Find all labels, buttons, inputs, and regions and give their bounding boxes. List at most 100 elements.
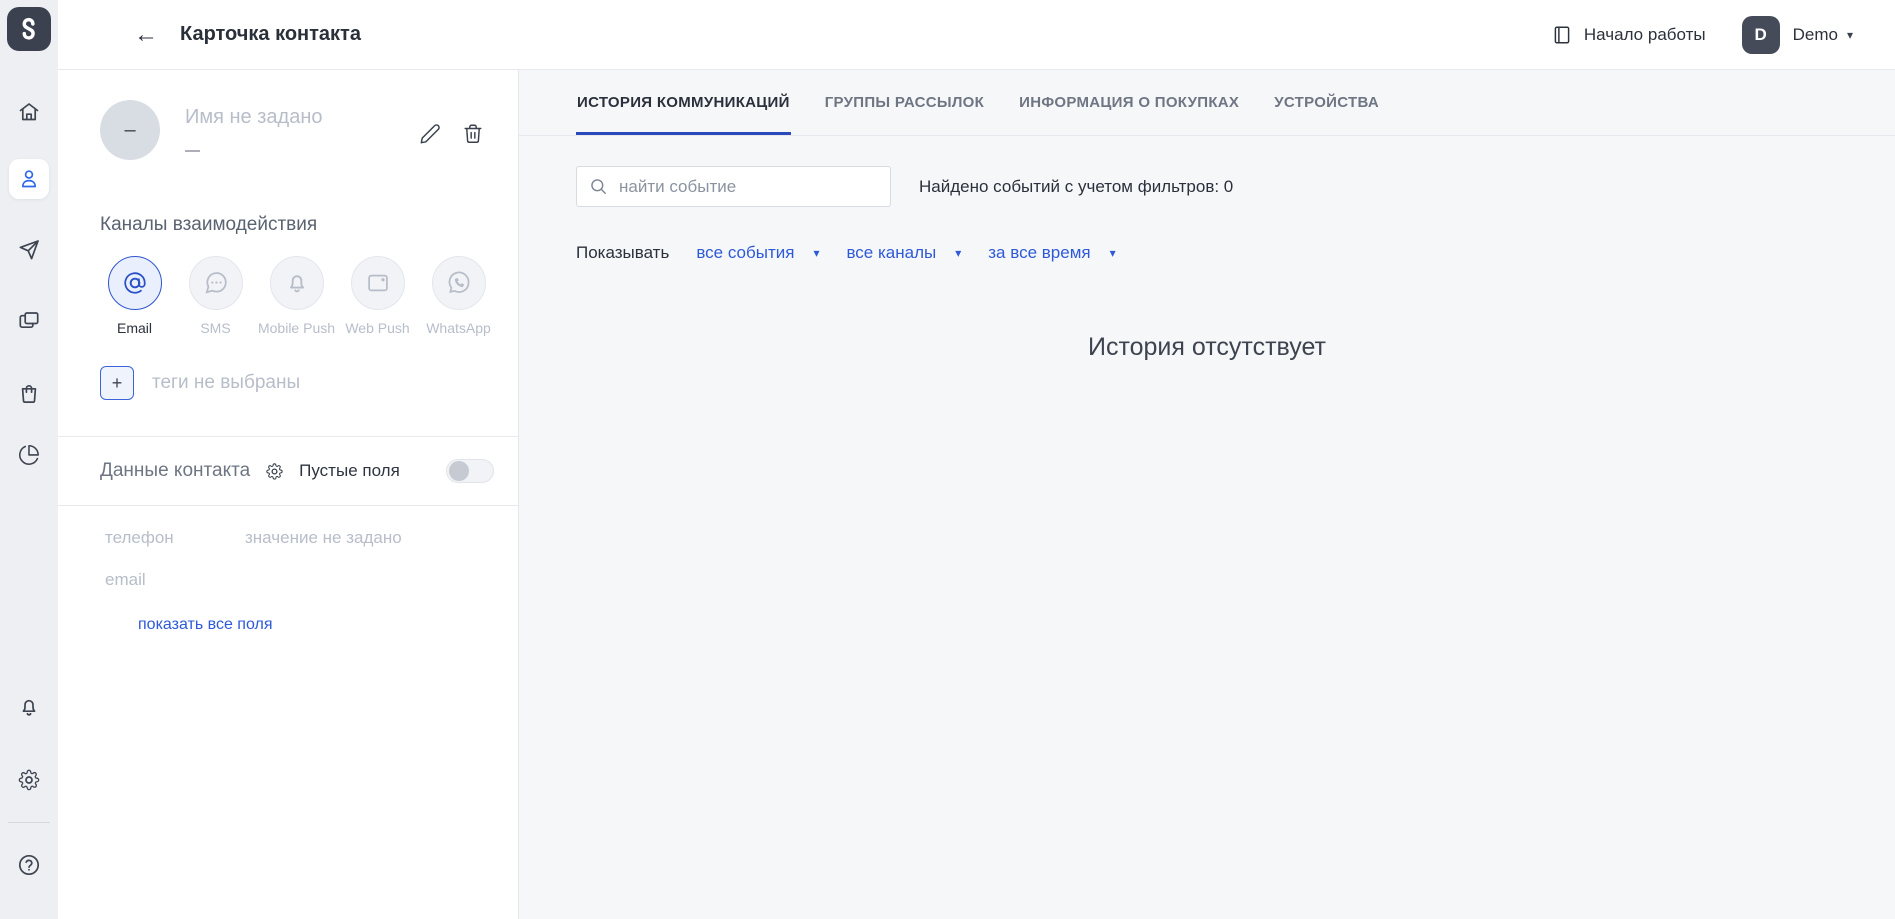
filters-label: Показывать — [576, 243, 670, 262]
field-name: телефон — [105, 528, 174, 547]
tags-row: + теги не выбраны — [100, 366, 518, 400]
pie-chart-icon — [17, 443, 41, 467]
main-content: ИСТОРИЯ КОММУНИКАЦИЙ ГРУППЫ РАССЫЛОК ИНФ… — [519, 70, 1895, 919]
sidebar-item-products[interactable] — [9, 373, 49, 413]
app-sidebar — [0, 0, 58, 919]
tab-mailing-groups[interactable]: ГРУППЫ РАССЫЛОК — [824, 70, 985, 135]
tab-communication-history[interactable]: ИСТОРИЯ КОММУНИКАЦИЙ — [576, 70, 791, 135]
bell-icon — [17, 695, 41, 719]
field-row[interactable]: email — [105, 570, 494, 590]
channel-label: Mobile Push — [257, 320, 336, 336]
gear-icon — [17, 768, 41, 792]
filter-value: все каналы — [846, 243, 937, 262]
filter-period[interactable]: за все время ▾ — [988, 243, 1115, 263]
filter-channel[interactable]: все каналы ▾ — [846, 243, 961, 263]
user-menu[interactable]: D Demo ▾ — [1741, 15, 1853, 54]
sidebar-item-home[interactable] — [9, 92, 49, 132]
empty-fields-label: Пустые поля — [299, 461, 400, 480]
search-icon — [589, 177, 608, 196]
channel-sms[interactable]: SMS — [175, 256, 256, 336]
sidebar-item-settings[interactable] — [9, 760, 49, 800]
at-sign-icon — [122, 270, 148, 296]
sidebar-item-scenarios[interactable] — [9, 301, 49, 341]
book-icon — [1551, 24, 1573, 46]
caret-down-icon: ▾ — [955, 246, 962, 260]
contact-panel: – Имя не задано — Каналы взаимодействия … — [58, 70, 519, 919]
channel-web-push[interactable]: Web Push — [337, 256, 418, 336]
tab-bar: ИСТОРИЯ КОММУНИКАЦИЙ ГРУППЫ РАССЫЛОК ИНФ… — [519, 70, 1895, 136]
channel-label: SMS — [200, 320, 231, 336]
sidebar-item-analytics[interactable] — [9, 435, 49, 475]
getting-started-label: Начало работы — [1583, 24, 1706, 44]
pencil-icon — [419, 123, 441, 145]
person-icon — [17, 167, 41, 191]
channel-mobile-push[interactable]: Mobile Push — [256, 256, 337, 336]
events-toolbar: Найдено событий с учетом фильтров: 0 — [576, 166, 1895, 207]
user-avatar: D — [1741, 15, 1780, 54]
contact-data-header: Данные контакта Пустые поля — [58, 436, 518, 506]
contact-avatar: – — [100, 100, 160, 160]
app-logo[interactable] — [7, 7, 51, 51]
channel-label: Web Push — [345, 320, 410, 336]
chat-bubble-icon — [203, 270, 229, 296]
gear-icon — [265, 462, 284, 481]
sidebar-item-help[interactable] — [9, 845, 49, 885]
bell-icon — [284, 270, 310, 296]
chevron-down-icon: ▾ — [1846, 27, 1853, 42]
filter-event-type[interactable]: все события ▾ — [696, 243, 819, 263]
sidebar-item-campaigns[interactable] — [9, 230, 49, 270]
channels-list: Email SMS Mobile Push Web Push WhatsApp — [94, 256, 518, 336]
contact-profile: – Имя не задано — — [58, 70, 518, 160]
question-circle-icon — [17, 853, 41, 877]
tags-placeholder: теги не выбраны — [152, 372, 301, 393]
channels-section-title: Каналы взаимодействия — [100, 214, 318, 235]
tab-devices[interactable]: УСТРОЙСТВА — [1273, 70, 1380, 135]
sidebar-divider — [8, 822, 50, 823]
getting-started-link[interactable]: Начало работы — [1551, 24, 1706, 46]
channel-label: Email — [116, 320, 152, 336]
toggle-knob — [449, 461, 469, 481]
contact-names: Имя не задано — — [185, 100, 323, 160]
channel-label: WhatsApp — [426, 320, 491, 336]
contact-fields: телефон значение не задано email показат… — [58, 506, 518, 634]
browser-window-icon — [365, 270, 391, 296]
filter-value: все события — [696, 243, 795, 262]
contact-actions — [419, 100, 484, 160]
home-icon — [17, 100, 41, 124]
field-row[interactable]: телефон значение не задано — [105, 528, 494, 548]
event-search-input[interactable] — [619, 176, 878, 197]
delete-contact-button[interactable] — [462, 108, 484, 160]
page-header: ← Карточка контакта Начало работы D Demo… — [58, 0, 1895, 70]
tab-purchase-info[interactable]: ИНФОРМАЦИЯ О ПОКУПКАХ — [1018, 70, 1240, 135]
results-summary: Найдено событий с учетом фильтров: 0 — [919, 176, 1234, 196]
fields-settings-button[interactable] — [265, 462, 284, 481]
filter-value: за все время — [988, 243, 1091, 262]
edit-contact-button[interactable] — [419, 108, 441, 160]
sidebar-item-notifications[interactable] — [9, 687, 49, 727]
empty-fields-toggle[interactable] — [446, 459, 494, 483]
overlapping-windows-icon — [17, 309, 41, 333]
show-all-fields-link[interactable]: показать все поля — [138, 616, 273, 634]
channel-whatsapp[interactable]: WhatsApp — [418, 256, 499, 336]
add-tag-button[interactable]: + — [100, 366, 134, 400]
trash-icon — [462, 123, 484, 145]
field-value: значение не задано — [245, 528, 402, 547]
contact-name-placeholder: Имя не задано — [185, 106, 323, 128]
user-name: Demo — [1792, 24, 1838, 44]
shopping-bag-icon — [17, 381, 41, 405]
plus-icon: + — [111, 372, 123, 393]
back-button[interactable]: ← — [134, 22, 158, 47]
empty-history-message: История отсутствует — [1087, 333, 1326, 361]
event-search — [576, 166, 891, 207]
page-title: Карточка контакта — [180, 23, 361, 45]
caret-down-icon: ▾ — [813, 246, 820, 260]
paper-plane-icon — [17, 238, 41, 262]
caret-down-icon: ▾ — [1109, 246, 1116, 260]
field-name: email — [105, 570, 146, 589]
whatsapp-icon — [446, 270, 472, 296]
header-actions: Начало работы D Demo ▾ — [1551, 15, 1895, 54]
contact-data-title: Данные контакта — [100, 460, 251, 481]
channel-email[interactable]: Email — [94, 256, 175, 336]
sidebar-item-contacts[interactable] — [9, 159, 49, 199]
logo-squiggle-icon — [14, 14, 44, 44]
